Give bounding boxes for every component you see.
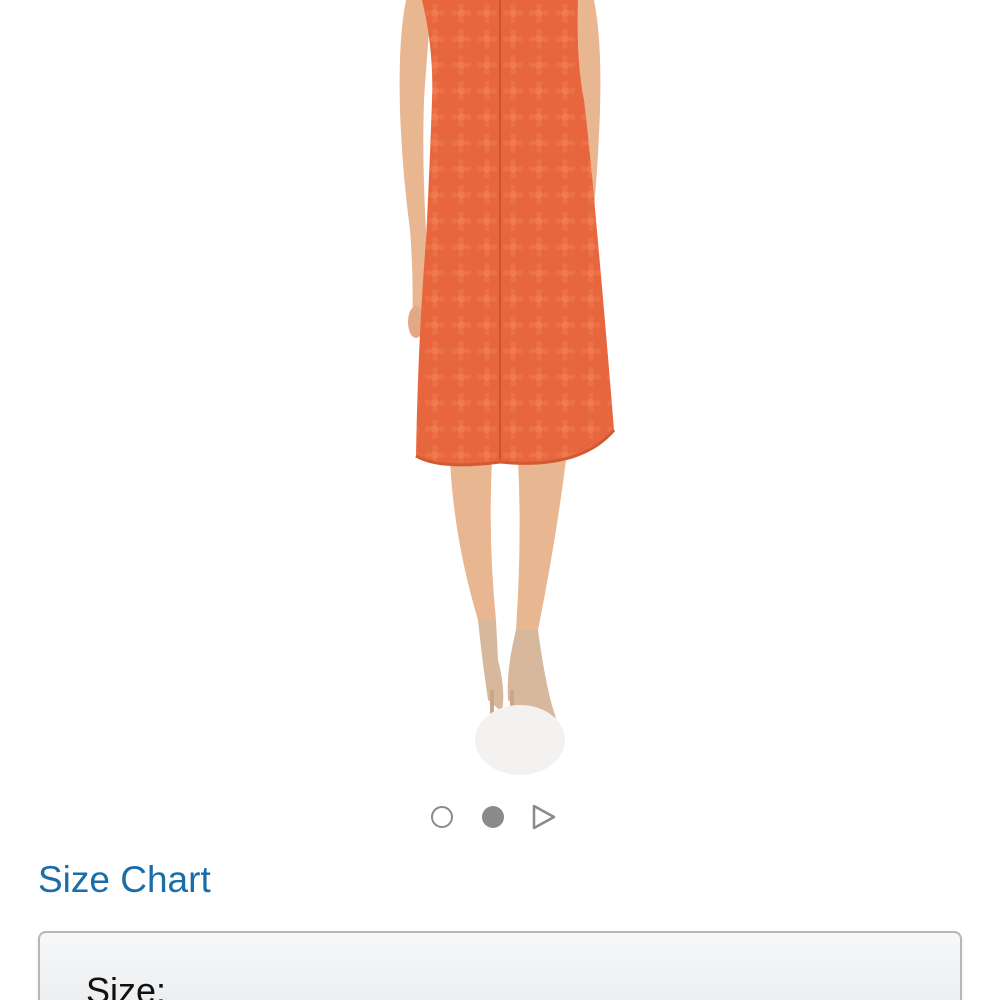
product-page: Size Chart Size:: [0, 0, 1000, 1000]
product-image[interactable]: [370, 0, 630, 780]
size-chart-link[interactable]: Size Chart: [38, 856, 211, 904]
circle-outline-icon[interactable]: [431, 806, 453, 828]
size-selector[interactable]: Size:: [38, 931, 962, 1000]
image-carousel-pager: [0, 798, 1000, 838]
play-triangle-icon[interactable]: [530, 804, 558, 830]
size-selector-label: Size:: [86, 970, 167, 1000]
circle-filled-icon[interactable]: [482, 806, 504, 828]
